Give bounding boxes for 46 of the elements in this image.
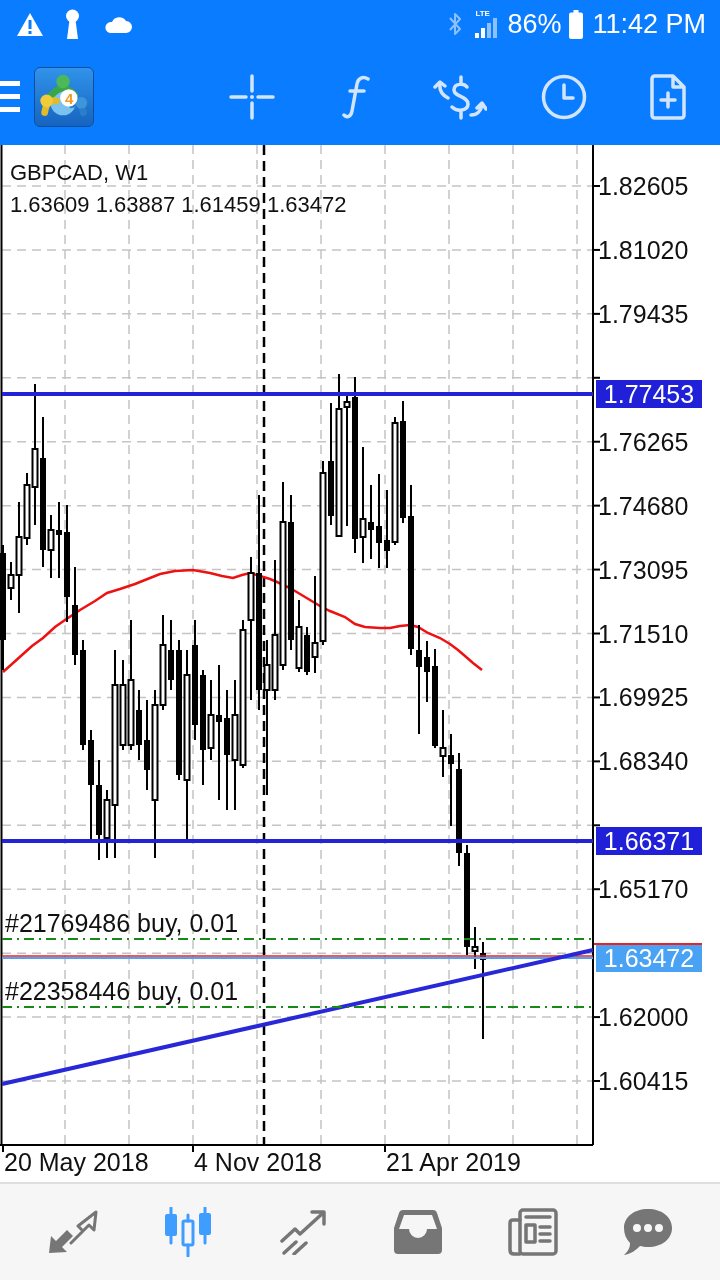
clock-time-text: 11:42 PM	[592, 10, 706, 38]
order-label: #22358446 buy, 0.01	[5, 977, 239, 1005]
menu-icon	[0, 81, 20, 112]
price-tick-label: 1.81020	[598, 235, 689, 264]
menu-button[interactable]	[0, 81, 20, 112]
network-type-text: LTE	[475, 10, 490, 18]
price-tag: 1.77453	[596, 380, 702, 408]
ohlc-values: 1.63609 1.63887 1.61459 1.63472	[10, 192, 347, 217]
price-tick-label: 1.82605	[598, 172, 689, 200]
date-label: 4 Nov 2018	[194, 1148, 322, 1176]
trend-arrow-icon	[278, 1209, 327, 1255]
newspaper-icon	[507, 1208, 558, 1256]
battery-icon	[569, 9, 584, 39]
price-tick-label: 1.69925	[598, 683, 689, 712]
signal-icon	[475, 18, 500, 38]
chat-bubble-icon	[622, 1208, 673, 1256]
cloud-icon	[103, 15, 132, 33]
price-tick-label: 1.68340	[598, 747, 689, 776]
bluetooth-icon	[449, 11, 462, 37]
price-tag: 1.63472	[593, 943, 703, 972]
keyhole-icon	[65, 9, 80, 39]
battery-percent-text: 86%	[507, 10, 562, 38]
clock-icon	[541, 73, 587, 120]
diagonal-arrows-icon	[47, 1210, 98, 1254]
order-label: #21769486 buy, 0.01	[5, 909, 239, 937]
dollar-arrows-icon	[433, 73, 487, 120]
price-tick-label: 1.60415	[598, 1067, 689, 1095]
price-tick-label: 1.74680	[598, 491, 689, 520]
date-label: 20 May 2018	[4, 1148, 149, 1176]
inbox-icon	[393, 1210, 442, 1254]
price-tick-label: 1.76265	[598, 427, 689, 456]
crosshair-icon	[229, 73, 275, 120]
warning-icon	[16, 11, 44, 37]
price-tick-label: 1.71510	[598, 619, 689, 648]
price-tick-label: 1.62000	[598, 1003, 689, 1032]
candlestick-icon	[162, 1207, 213, 1257]
app-logo[interactable]: 4	[34, 66, 94, 127]
function-icon	[342, 74, 370, 119]
date-label: 21 Apr 2019	[386, 1148, 521, 1176]
price-tick-label: 1.73095	[598, 555, 689, 584]
logo-version-text: 4	[65, 90, 74, 106]
symbol-title: GBPCAD, W1	[10, 160, 149, 185]
price-tick-label: 1.65170	[598, 875, 689, 904]
price-tick-label: 1.79435	[598, 299, 689, 328]
file-plus-icon	[650, 73, 686, 120]
price-tag: 1.66371	[596, 827, 702, 855]
